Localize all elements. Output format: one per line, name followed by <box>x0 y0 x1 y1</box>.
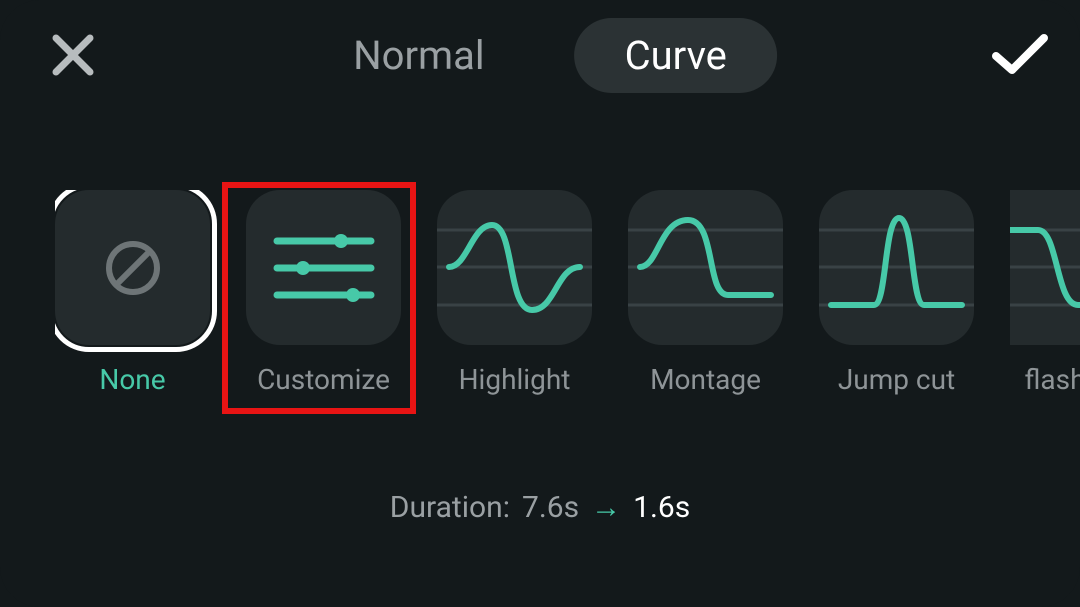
preset-customize[interactable]: Customize <box>246 190 401 396</box>
preset-thumb <box>1010 190 1080 345</box>
preset-label: flash <box>1024 363 1080 396</box>
confirm-button[interactable] <box>990 30 1050 80</box>
preset-flash[interactable]: flash <box>1010 190 1080 396</box>
preset-highlight[interactable]: Highlight <box>437 190 592 396</box>
preset-label: Jump cut <box>838 363 955 396</box>
preset-label: Highlight <box>459 363 571 396</box>
preset-thumb <box>246 190 401 345</box>
duration-readout: Duration: 7.6s → 1.6s <box>0 490 1080 525</box>
top-bar: Normal Curve <box>0 0 1080 110</box>
duration-after: 1.6s <box>633 490 690 525</box>
preset-label: None <box>99 363 165 396</box>
check-icon <box>990 30 1050 80</box>
jumpcut-curve-icon <box>819 190 974 345</box>
sliders-icon <box>269 223 379 313</box>
duration-prefix: Duration: <box>390 490 510 525</box>
preset-label: Customize <box>257 363 390 396</box>
none-icon <box>103 238 163 298</box>
arrow-right-icon: → <box>591 490 621 525</box>
flash-curve-icon <box>1010 190 1080 345</box>
speed-curve-panel: Normal Curve None <box>0 0 1080 607</box>
preset-none[interactable]: None <box>55 190 210 396</box>
close-icon <box>48 30 98 80</box>
preset-thumb <box>628 190 783 345</box>
preset-thumb <box>437 190 592 345</box>
preset-label: Montage <box>650 363 761 396</box>
preset-jumpcut[interactable]: Jump cut <box>819 190 974 396</box>
tab-group: Normal Curve <box>303 18 777 93</box>
highlight-curve-icon <box>437 190 592 345</box>
tab-curve[interactable]: Curve <box>575 18 777 93</box>
tab-normal[interactable]: Normal <box>303 18 534 93</box>
preset-thumb <box>819 190 974 345</box>
preset-thumb <box>55 190 210 345</box>
duration-before: 7.6s <box>522 490 579 525</box>
close-button[interactable] <box>48 30 98 80</box>
curve-preset-list[interactable]: None Customize <box>55 190 1080 447</box>
preset-montage[interactable]: Montage <box>628 190 783 396</box>
montage-curve-icon <box>628 190 783 345</box>
